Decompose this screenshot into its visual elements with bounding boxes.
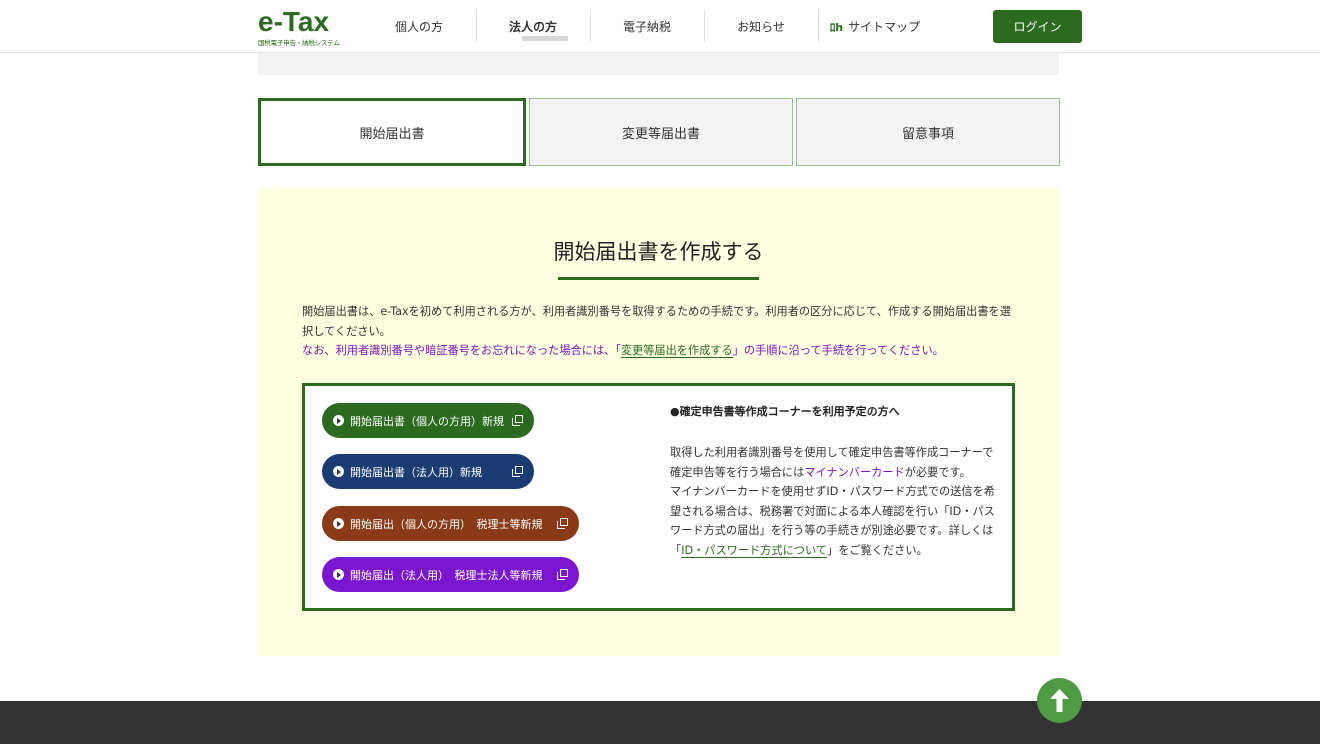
chevron-right-icon [333, 518, 344, 529]
site-header: e-Tax 国税電子申告・納税システム 個人の方 法人の方 電子納税 お知らせ … [0, 0, 1320, 53]
nav-label: お知らせ [737, 20, 785, 34]
logo-subtitle: 国税電子申告・納税システム [258, 39, 340, 47]
mynumber-card-link[interactable]: マイナンバーカード [804, 466, 904, 479]
nav-label: 電子納税 [622, 20, 671, 34]
button-label: 開始届出（法人用） 税理士法人等新規 [350, 568, 543, 582]
chevron-right-icon [333, 466, 344, 477]
tab-change-notification[interactable]: 変更等届出書 [529, 98, 793, 166]
info-body: 取得した利用者識別番号を使用して確定申告書等作成コーナーで確定申告等を行う場合に… [670, 443, 1000, 560]
application-box: 開始届出書（個人の方用）新規 開始届出書（法人用）新規 開始届出（個人の方用） … [302, 383, 1015, 611]
chevron-right-icon [333, 415, 344, 426]
new-window-icon [557, 518, 568, 529]
new-window-icon [557, 569, 568, 580]
nav-corporation[interactable]: 法人の方 [476, 0, 590, 53]
nav-news[interactable]: お知らせ [704, 0, 818, 53]
forgotten-id-notice: なお、利用者識別番号や暗証番号をお忘れになった場合には、「変更等届出を作成する」… [302, 341, 1018, 361]
login-button[interactable]: ログイン [993, 10, 1082, 43]
etax-logo[interactable]: e-Tax 国税電子申告・納税システム [258, 6, 348, 48]
nav-e-payment[interactable]: 電子納税 [590, 0, 704, 53]
nav-sitemap[interactable]: ﾛh サイトマップ [818, 0, 932, 53]
button-label: 開始届出（個人の方用） 税理士等新規 [350, 517, 543, 531]
corporation-new-button[interactable]: 開始届出書（法人用）新規 [322, 454, 534, 489]
button-label: 開始届出書（法人用）新規 [350, 465, 482, 479]
nav-label: 個人の方 [394, 20, 443, 34]
tax-accountant-individual-button[interactable]: 開始届出（個人の方用） 税理士等新規 [322, 506, 579, 541]
change-notification-link[interactable]: 変更等届出を作成する [620, 344, 733, 358]
logo-wordmark: e-Tax [258, 6, 330, 37]
individual-new-button[interactable]: 開始届出書（個人の方用）新規 [322, 403, 534, 438]
content-panel: 開始届出書を作成する 開始届出書は、e-Taxを初めて利用される方が、利用者識別… [258, 188, 1059, 656]
tab-start-notification[interactable]: 開始届出書 [258, 98, 526, 166]
nav-label: サイトマップ [848, 20, 921, 34]
tax-accountant-corporation-button[interactable]: 開始届出（法人用） 税理士法人等新規 [322, 557, 579, 592]
nav-label: 法人の方 [508, 20, 557, 34]
info-text: 」をご覧ください。 [827, 543, 928, 557]
section-title: 開始届出書を作成する [553, 240, 764, 264]
new-window-icon [512, 415, 523, 426]
notice-text: なお、利用者識別番号や暗証番号をお忘れになった場合には、「 [302, 344, 621, 357]
nav-individual[interactable]: 個人の方 [362, 0, 476, 53]
global-nav: 個人の方 法人の方 電子納税 お知らせ ﾛh サイトマップ [362, 0, 932, 53]
button-label: 開始届出書（個人の方用）新規 [350, 414, 504, 428]
intro-text: 開始届出書は、e-Taxを初めて利用される方が、利用者識別番号を取得するための手… [302, 305, 1011, 338]
page-top-button[interactable] [1037, 678, 1082, 723]
arrow-up-icon [1050, 689, 1069, 712]
title-underline [558, 277, 759, 280]
form-tabs: 開始届出書 変更等届出書 留意事項 [258, 98, 1060, 166]
info-text: が必要です。 [904, 465, 971, 479]
notice-text: 」の手順に沿って手続を行ってください。 [732, 344, 944, 357]
tab-notes[interactable]: 留意事項 [796, 98, 1060, 166]
sitemap-icon: ﾛh [829, 20, 844, 34]
breadcrumb-area [258, 53, 1059, 75]
info-heading: ●確定申告書等作成コーナーを利用予定の方へ [670, 405, 900, 418]
id-password-link[interactable]: ID・パスワード方式について [681, 543, 828, 558]
tax-return-info: ●確定申告書等作成コーナーを利用予定の方へ 取得した利用者識別番号を使用して確定… [670, 403, 1000, 560]
site-footer [0, 701, 1320, 744]
chevron-right-icon [333, 569, 344, 580]
new-window-icon [512, 466, 523, 477]
